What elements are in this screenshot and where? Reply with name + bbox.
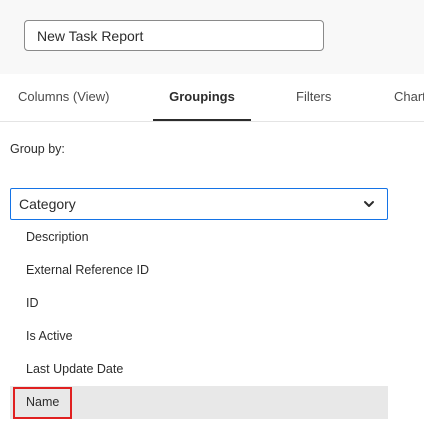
report-name-input[interactable]: [24, 20, 324, 51]
chevron-down-icon: [364, 201, 374, 207]
report-tabs: Columns (View) Groupings Filters Charts: [0, 74, 424, 122]
tab-charts[interactable]: Charts: [394, 74, 424, 121]
option-last-update-date[interactable]: Last Update Date: [10, 353, 388, 386]
tab-groupings[interactable]: Groupings: [153, 74, 251, 121]
report-header: [0, 0, 424, 74]
option-description[interactable]: Description: [10, 221, 388, 254]
option-name[interactable]: Name: [10, 386, 388, 419]
option-id[interactable]: ID: [10, 287, 388, 320]
tab-columns-view[interactable]: Columns (View): [18, 74, 110, 121]
tab-filters[interactable]: Filters: [296, 74, 331, 121]
group-by-selected-value: Category: [19, 196, 76, 212]
group-by-select[interactable]: Category: [10, 188, 388, 220]
group-by-dropdown-menu: Description External Reference ID ID Is …: [10, 221, 388, 427]
group-by-label: Group by:: [10, 142, 65, 156]
option-is-active[interactable]: Is Active: [10, 320, 388, 353]
option-external-reference-id[interactable]: External Reference ID: [10, 254, 388, 287]
